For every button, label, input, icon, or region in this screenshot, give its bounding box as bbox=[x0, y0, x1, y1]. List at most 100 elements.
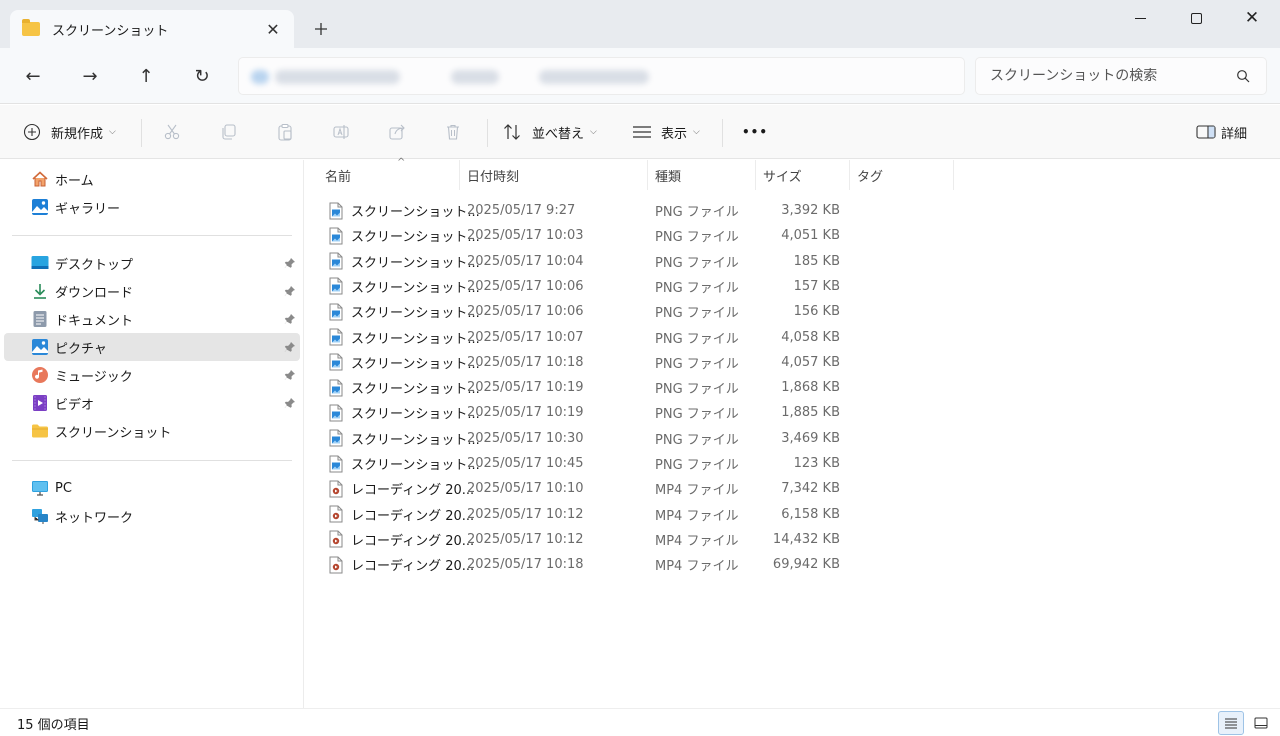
column-header-name[interactable]: ^ 名前 bbox=[317, 157, 459, 190]
sidebar-item-videos[interactable]: ビデオ bbox=[4, 389, 300, 417]
minimize-button[interactable] bbox=[1112, 0, 1168, 36]
details-label: 詳細 bbox=[1221, 126, 1248, 142]
file-row[interactable]: スクリーンショット... 2025/05/17 9:27 PNG ファイル 3,392… bbox=[325, 198, 845, 223]
sidebar-item-downloads[interactable]: ダウンロード bbox=[4, 277, 300, 305]
file-date: 2025/05/17 10:12 bbox=[467, 506, 584, 522]
file-type: PNG ファイル bbox=[655, 407, 739, 423]
video-file-icon bbox=[329, 505, 343, 523]
file-row[interactable]: スクリーンショット... 2025/05/17 10:18 PNG ファイル 4,05… bbox=[325, 350, 845, 375]
file-row[interactable]: レコーディング 20... 2025/05/17 10:12 MP4 ファイル 14,… bbox=[325, 527, 845, 552]
paste-button[interactable] bbox=[275, 117, 295, 147]
thumbnail-view-button[interactable] bbox=[1248, 711, 1274, 735]
new-button[interactable]: 新規作成 ⌵ bbox=[22, 117, 116, 147]
view-button[interactable]: 表示 ⌵ bbox=[632, 117, 700, 147]
pin-icon[interactable] bbox=[284, 313, 296, 325]
file-name-cell: スクリーンショット... bbox=[329, 249, 480, 274]
sidebar-item-home[interactable]: ホーム bbox=[4, 165, 300, 193]
file-size: 7,342 KB bbox=[781, 481, 840, 497]
file-size: 157 KB bbox=[793, 278, 840, 294]
refresh-icon: ↻ bbox=[194, 65, 210, 87]
file-row[interactable]: レコーディング 20... 2025/05/17 10:10 MP4 ファイル 7,3… bbox=[325, 476, 845, 501]
more-options-button[interactable]: ••• bbox=[742, 117, 768, 147]
cut-button[interactable] bbox=[162, 117, 182, 147]
share-button[interactable] bbox=[387, 117, 407, 147]
copy-button[interactable] bbox=[218, 117, 238, 147]
video-file-icon bbox=[329, 530, 343, 548]
maximize-button[interactable] bbox=[1168, 0, 1224, 36]
file-row[interactable]: スクリーンショット... 2025/05/17 10:07 PNG ファイル 4,05… bbox=[325, 325, 845, 350]
file-name-cell: スクリーンショット... bbox=[329, 274, 480, 299]
forward-button[interactable]: → bbox=[75, 62, 105, 90]
sidebar-item-documents[interactable]: ドキュメント bbox=[4, 305, 300, 333]
file-size: 1,868 KB bbox=[781, 380, 840, 396]
sidebar-item-pc[interactable]: PC bbox=[4, 474, 300, 502]
file-date: 2025/05/17 10:06 bbox=[467, 278, 584, 294]
minimize-icon bbox=[1134, 17, 1146, 19]
search-box[interactable] bbox=[975, 57, 1267, 95]
close-tab-button[interactable]: ✕ bbox=[262, 18, 284, 40]
download-icon bbox=[31, 282, 49, 300]
up-button[interactable]: ↑ bbox=[131, 62, 161, 90]
file-type: PNG ファイル bbox=[655, 432, 739, 448]
arrow-left-icon: ← bbox=[25, 65, 41, 87]
video-file-icon bbox=[329, 480, 343, 498]
lines-icon bbox=[632, 122, 652, 142]
file-name-cell: スクリーンショット... bbox=[329, 400, 480, 425]
sidebar-item-pictures[interactable]: ピクチャ bbox=[4, 333, 300, 361]
rename-button[interactable] bbox=[331, 117, 351, 147]
back-button[interactable]: ← bbox=[18, 62, 48, 90]
column-header-size[interactable]: サイズ bbox=[755, 160, 849, 190]
file-name: スクリーンショット... bbox=[351, 280, 480, 296]
file-row[interactable]: スクリーンショット... 2025/05/17 10:45 PNG ファイル 123 … bbox=[325, 451, 845, 476]
search-input[interactable] bbox=[990, 68, 1220, 84]
breadcrumb-segment-blurred bbox=[451, 70, 499, 84]
image-file-icon bbox=[329, 328, 343, 346]
refresh-button[interactable]: ↻ bbox=[187, 62, 217, 90]
file-name-cell: スクリーンショット... bbox=[329, 223, 480, 248]
pin-icon[interactable] bbox=[284, 257, 296, 269]
sidebar-item-desktop[interactable]: デスクトップ bbox=[4, 249, 300, 277]
file-size: 14,432 KB bbox=[772, 531, 840, 547]
pin-icon[interactable] bbox=[284, 285, 296, 297]
file-row[interactable]: レコーディング 20... 2025/05/17 10:18 MP4 ファイル 69,… bbox=[325, 552, 845, 577]
delete-button[interactable] bbox=[443, 117, 463, 147]
image-file-icon bbox=[329, 455, 343, 473]
sidebar-item-music[interactable]: ミュージック bbox=[4, 361, 300, 389]
sidebar-item-label: PC bbox=[55, 480, 72, 496]
file-row[interactable]: スクリーンショット... 2025/05/17 10:30 PNG ファイル 3,46… bbox=[325, 426, 845, 451]
file-size: 3,469 KB bbox=[781, 430, 840, 446]
file-row[interactable]: スクリーンショット... 2025/05/17 10:03 PNG ファイル 4,05… bbox=[325, 223, 845, 248]
sidebar-item-gallery[interactable]: ギャラリー bbox=[4, 193, 300, 221]
copy-icon bbox=[218, 122, 238, 142]
file-row[interactable]: スクリーンショット... 2025/05/17 10:06 PNG ファイル 156 … bbox=[325, 299, 845, 324]
pin-icon[interactable] bbox=[284, 369, 296, 381]
new-tab-button[interactable] bbox=[308, 16, 334, 42]
folder-icon bbox=[22, 19, 40, 36]
column-header-tag[interactable]: タグ bbox=[849, 160, 953, 190]
close-window-button[interactable]: ✕ bbox=[1224, 0, 1280, 36]
file-row[interactable]: スクリーンショット... 2025/05/17 10:19 PNG ファイル 1,86… bbox=[325, 375, 845, 400]
sidebar-item-network[interactable]: ネットワーク bbox=[4, 502, 300, 530]
details-view-button[interactable] bbox=[1218, 711, 1244, 735]
details-pane-button[interactable]: 詳細 bbox=[1196, 117, 1247, 147]
tab-screenshots[interactable]: スクリーンショット ✕ bbox=[10, 10, 294, 48]
pin-icon[interactable] bbox=[284, 397, 296, 409]
column-divider[interactable] bbox=[953, 160, 954, 190]
sidebar-item-label: スクリーンショット bbox=[55, 425, 172, 441]
file-name: スクリーンショット... bbox=[351, 356, 480, 372]
file-row[interactable]: スクリーンショット... 2025/05/17 10:04 PNG ファイル 185 … bbox=[325, 249, 845, 274]
sidebar-item-screenshots[interactable]: スクリーンショット bbox=[4, 417, 300, 445]
column-header-type[interactable]: 種類 bbox=[647, 160, 755, 190]
sidebar-item-label: ギャラリー bbox=[55, 201, 121, 217]
file-row[interactable]: スクリーンショット... 2025/05/17 10:19 PNG ファイル 1,88… bbox=[325, 400, 845, 425]
file-row[interactable]: レコーディング 20... 2025/05/17 10:12 MP4 ファイル 6,1… bbox=[325, 502, 845, 527]
details-pane-icon bbox=[1196, 122, 1216, 142]
address-bar[interactable] bbox=[238, 57, 965, 95]
tab-title: スクリーンショット bbox=[52, 23, 169, 39]
sort-button[interactable]: 並べ替え ⌵ bbox=[503, 117, 597, 147]
pin-icon[interactable] bbox=[284, 341, 296, 353]
column-header-label: サイズ bbox=[763, 169, 802, 185]
search-icon[interactable] bbox=[1236, 69, 1250, 83]
file-row[interactable]: スクリーンショット... 2025/05/17 10:06 PNG ファイル 157 … bbox=[325, 274, 845, 299]
column-header-date[interactable]: 日付時刻 bbox=[459, 160, 647, 190]
